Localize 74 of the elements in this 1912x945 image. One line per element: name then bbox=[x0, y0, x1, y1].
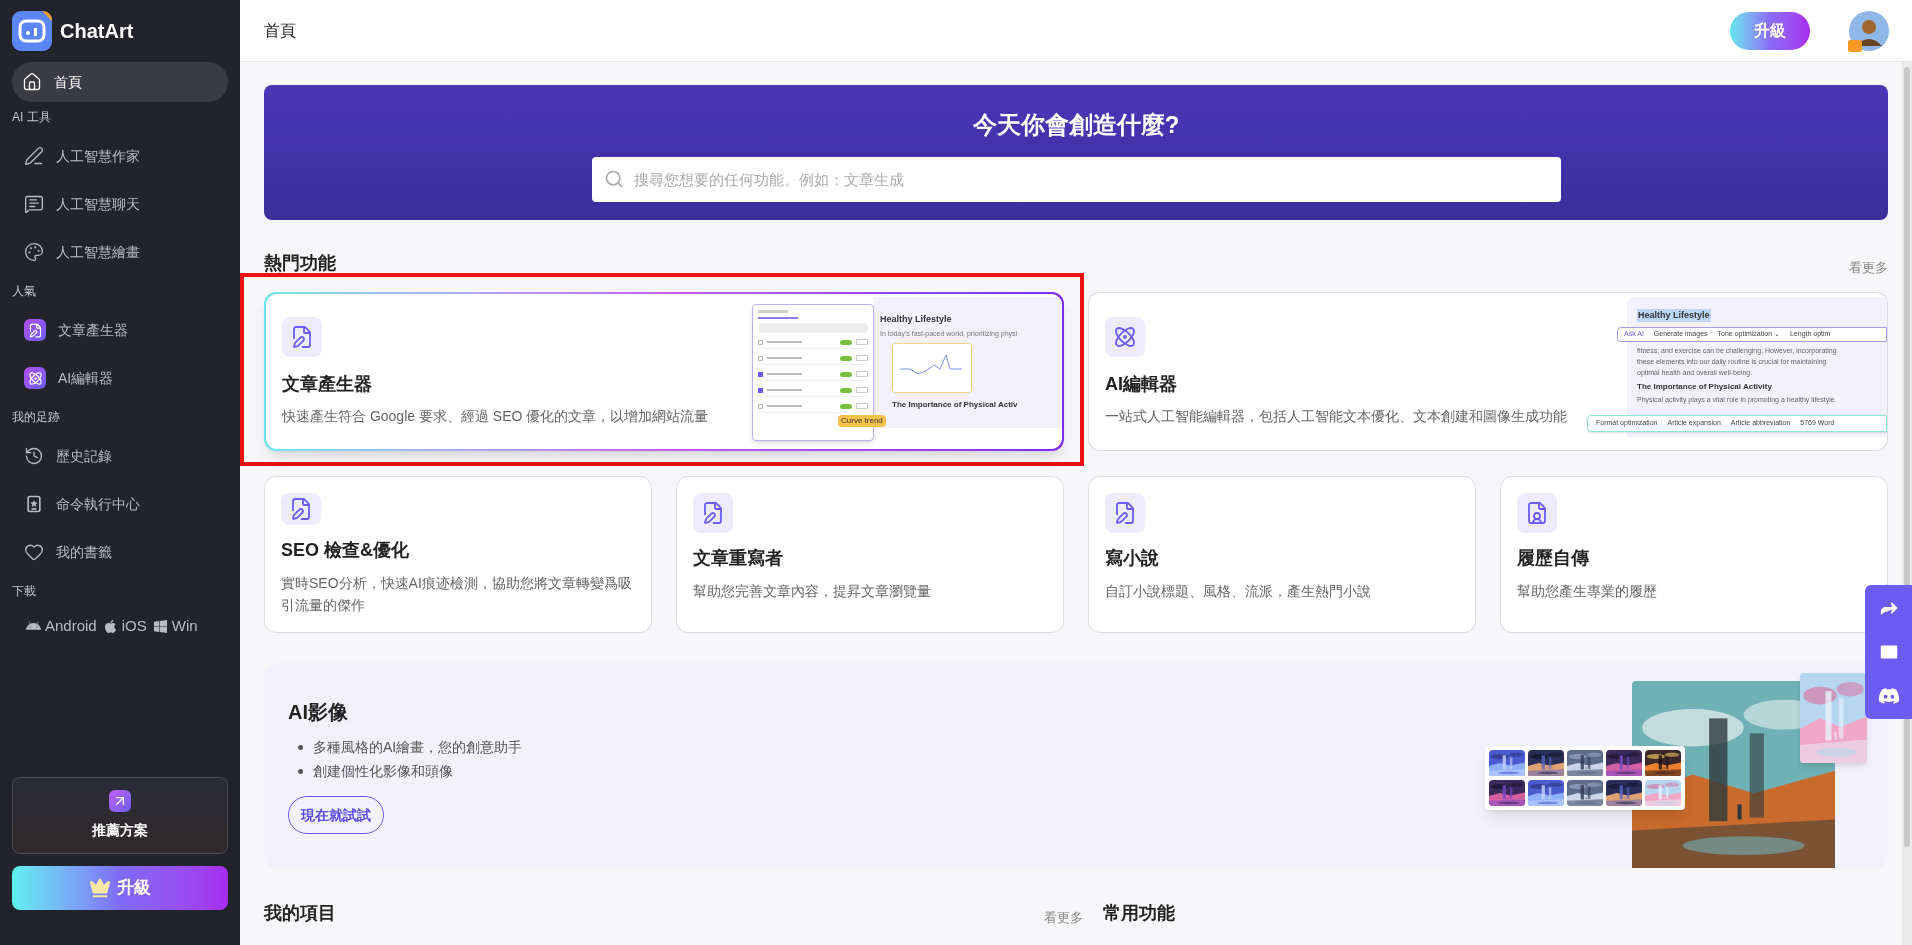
section-label: AI 工具 bbox=[11, 109, 52, 126]
sidebar-item[interactable]: AI編輯器 bbox=[0, 354, 240, 402]
document-icon bbox=[693, 493, 733, 533]
arrow-icon bbox=[109, 790, 131, 812]
palette-icon bbox=[24, 242, 44, 262]
card-description: 一站式人工智能編輯器，包括人工智能文本優化、文本創建和圖像生成功能 bbox=[1105, 406, 1568, 426]
card-description: 快速產生符合 Google 要求、經過 SEO 優化的文章，以增加網站流量 bbox=[282, 406, 710, 426]
document-icon bbox=[281, 493, 321, 525]
section-label: 我的足跡 bbox=[11, 409, 61, 426]
bullet-text: 創建個性化影像和頭像 bbox=[313, 762, 453, 781]
windows-icon bbox=[152, 618, 168, 634]
feature-card[interactable]: 履歷自傳 幫助您產生專業的履歷 bbox=[1500, 476, 1888, 633]
atom-icon bbox=[1105, 316, 1145, 357]
feature-card[interactable] bbox=[1088, 292, 1888, 451]
download-link[interactable]: Android bbox=[45, 614, 97, 638]
logo-icon bbox=[12, 11, 52, 51]
section-label: 下載 bbox=[11, 583, 37, 600]
sidebar-item[interactable]: 人工智慧聊天 bbox=[0, 180, 240, 228]
document-icon bbox=[282, 316, 322, 357]
card-title: 寫小說 bbox=[1105, 547, 1160, 570]
home-icon bbox=[22, 72, 42, 92]
section-title: 熱門功能 bbox=[264, 252, 336, 275]
sidebar-item[interactable]: 命令執行中心 bbox=[0, 480, 240, 528]
card-description: 實時SEO分析，快速AI痕迹檢測，協助您將文章轉變爲吸引流量的傑作 bbox=[281, 574, 633, 615]
star-card-icon bbox=[24, 494, 44, 514]
card-title: SEO 檢查&優化 bbox=[281, 539, 410, 562]
card-description: 自訂小說標題、風格、流派，產生熱門小說 bbox=[1105, 582, 1372, 601]
bullet-text: 多種風格的AI繪畫，您的創意助手 bbox=[313, 738, 523, 757]
atom-icon bbox=[24, 367, 46, 389]
chat-icon bbox=[24, 194, 44, 214]
feature-card[interactable]: 文章重寫者 幫助您完善文章內容，提昇文章瀏覽量 bbox=[676, 476, 1064, 633]
bullet-icon bbox=[298, 769, 303, 774]
upgrade-button[interactable]: 升級 bbox=[12, 866, 228, 910]
sidebar-item[interactable]: 人工智慧作家 bbox=[0, 132, 240, 180]
apple-icon bbox=[102, 618, 118, 634]
card-title: 履歷自傳 bbox=[1517, 547, 1590, 570]
card-title: 文章產生器 bbox=[282, 372, 373, 396]
heart-icon bbox=[24, 542, 44, 562]
logo-text: ChatArt bbox=[60, 19, 134, 44]
sidebar-item[interactable]: 首頁 bbox=[12, 62, 228, 102]
page-title: 首頁 bbox=[264, 20, 297, 41]
sidebar-item[interactable]: 人工智慧繪畫 bbox=[0, 228, 240, 276]
search-field[interactable]: 搜尋您想要的任何功能。例如：文章生成 bbox=[591, 157, 1561, 202]
pencil-icon bbox=[24, 146, 44, 166]
hero-title: 今天你會創造什麼? bbox=[972, 110, 1180, 140]
resume-icon bbox=[1517, 493, 1557, 533]
feature-card[interactable]: SEO 檢查&優化 實時SEO分析，快速AI痕迹檢測，協助您將文章轉變爲吸引流量的傑作 bbox=[264, 476, 652, 633]
bullet-icon bbox=[298, 745, 303, 750]
avatar[interactable] bbox=[1848, 9, 1890, 52]
document-icon bbox=[1105, 493, 1145, 533]
article-heading: Healthy Lifestyle bbox=[880, 312, 952, 326]
download-link[interactable]: iOS bbox=[121, 614, 147, 638]
sidebar-item[interactable]: 文章產生器 bbox=[0, 306, 240, 354]
section-title: AI影像 bbox=[288, 700, 349, 725]
download-link[interactable]: Win bbox=[171, 614, 198, 638]
article-heading: The Importance of Physical Activity bbox=[1637, 380, 1772, 393]
sidebar-item[interactable]: 我的書籤 bbox=[0, 528, 240, 576]
card-title: 文章重寫者 bbox=[693, 547, 784, 570]
crown-icon bbox=[89, 877, 111, 899]
history-icon bbox=[24, 446, 44, 466]
promo-card[interactable]: 推薦方案 bbox=[12, 777, 228, 854]
sidebar-item[interactable]: 歷史記錄 bbox=[0, 432, 240, 480]
section-title: 我的項目 bbox=[264, 902, 336, 925]
search-icon bbox=[603, 169, 624, 189]
document-icon bbox=[24, 319, 46, 341]
section-label: 人氣 bbox=[11, 283, 37, 300]
card-description: 幫助您產生專業的履歷 bbox=[1517, 582, 1658, 601]
section-title: 常用功能 bbox=[1103, 902, 1175, 925]
feature-card[interactable]: 寫小說 自訂小說標題、風格、流派，產生熱門小說 bbox=[1088, 476, 1476, 633]
promo-label: 推薦方案 bbox=[92, 821, 148, 840]
card-description: 幫助您完善文章內容，提昇文章瀏覽量 bbox=[693, 582, 932, 601]
article-heading: The Importance of Physical Activ bbox=[892, 398, 1018, 411]
card-title: AI編輯器 bbox=[1105, 372, 1178, 396]
upgrade-button[interactable]: 升級 bbox=[1730, 11, 1810, 50]
